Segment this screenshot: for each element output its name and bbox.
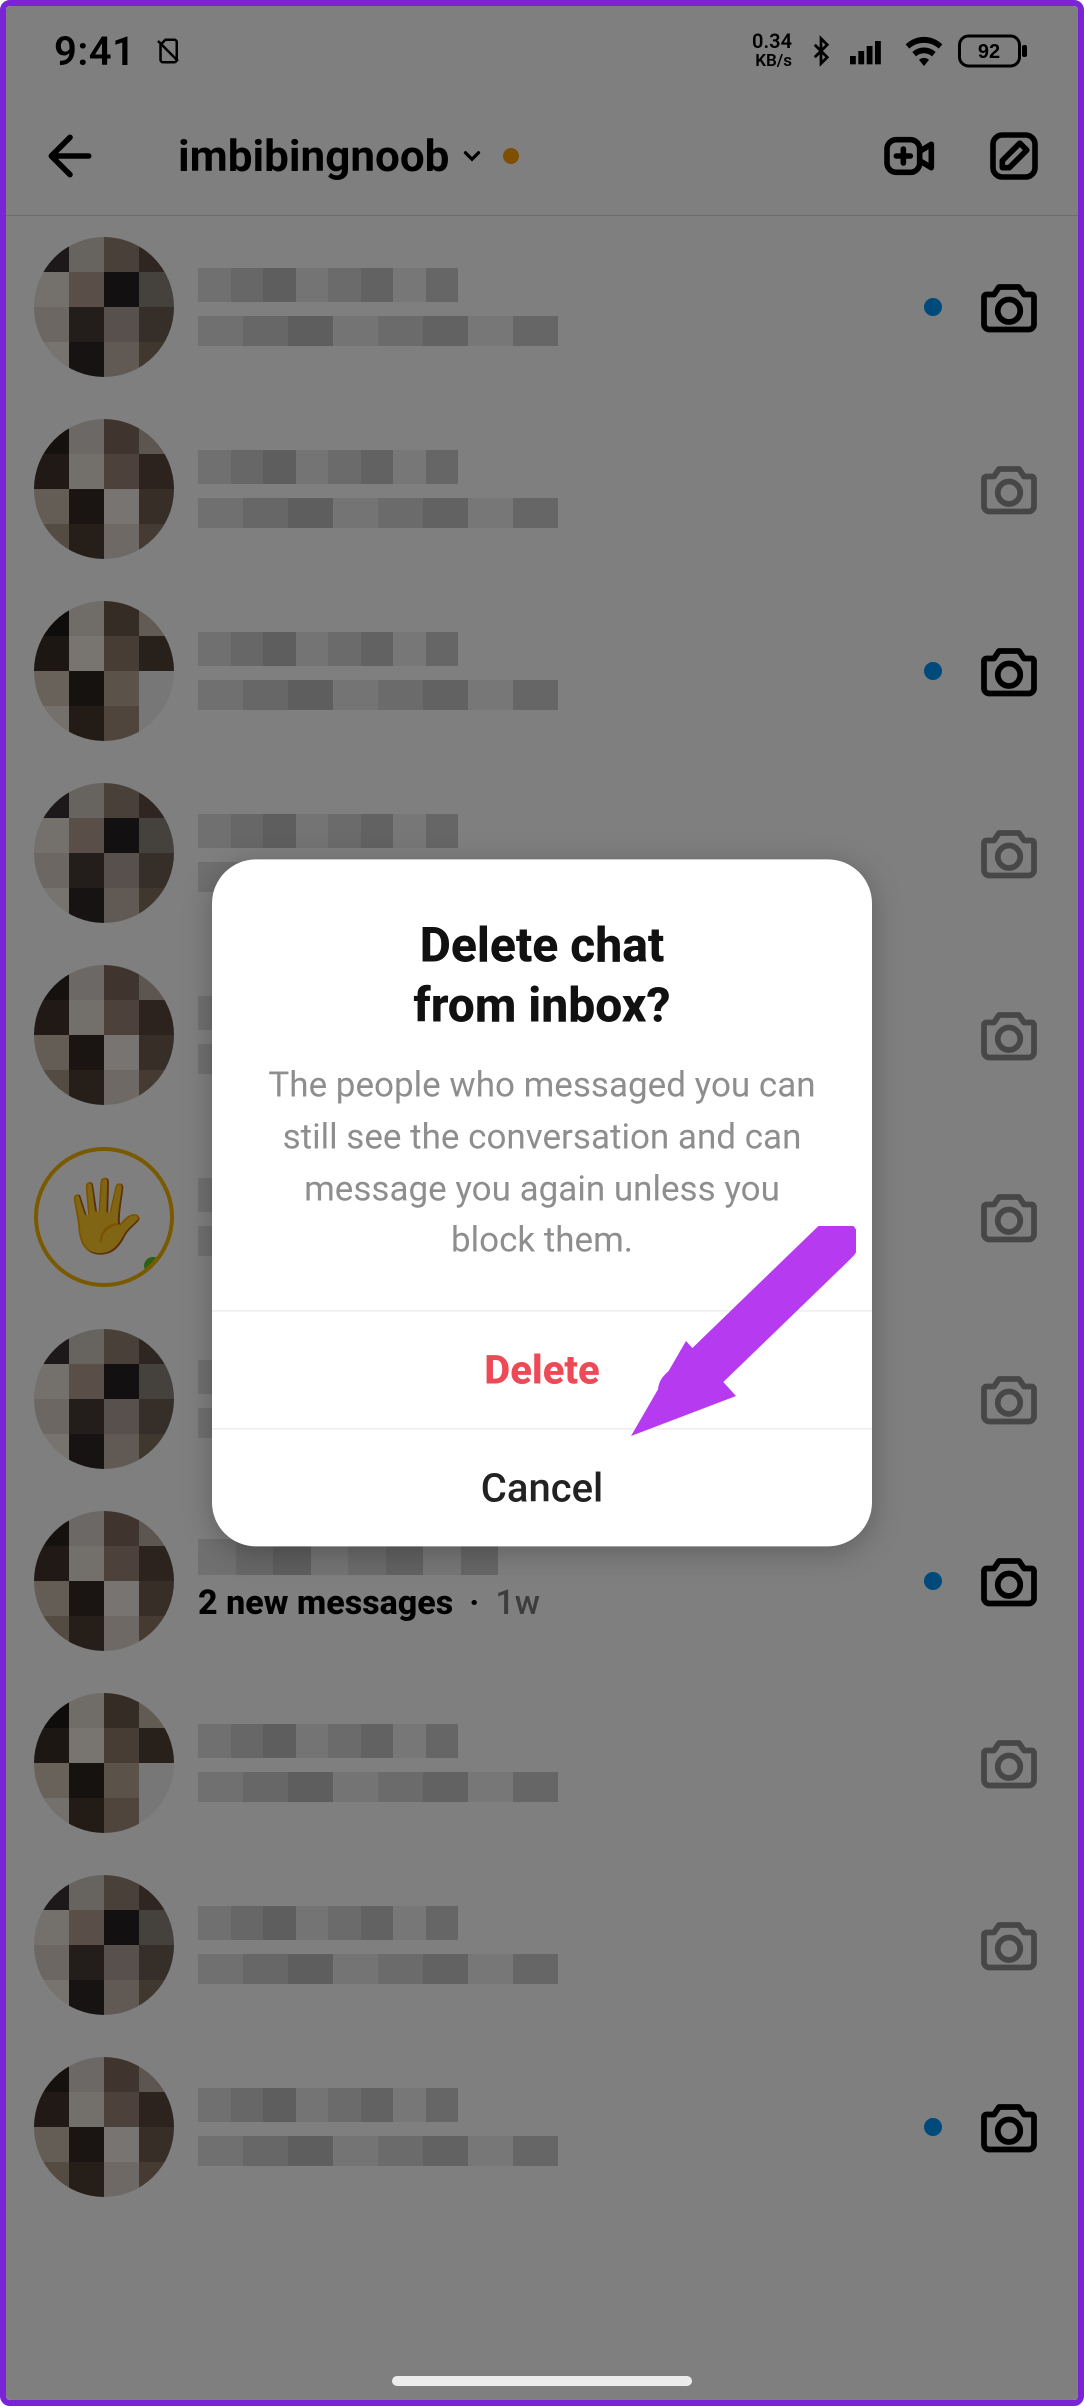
cancel-button[interactable]: Cancel	[212, 1429, 872, 1547]
dialog-title: Delete chat from inbox?	[252, 915, 832, 1035]
dialog-body: Delete chat from inbox? The people who m…	[212, 859, 872, 1310]
delete-button[interactable]: Delete	[212, 1311, 872, 1429]
gesture-nav-handle[interactable]	[392, 2376, 692, 2386]
delete-chat-dialog: Delete chat from inbox? The people who m…	[212, 859, 872, 1546]
dialog-description: The people who messaged you can still se…	[252, 1059, 832, 1266]
